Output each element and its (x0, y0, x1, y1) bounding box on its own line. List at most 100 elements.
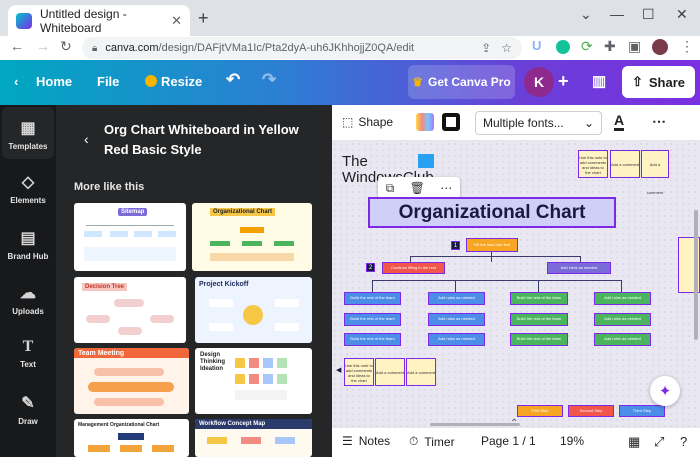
side-panel-icon[interactable]: ▣ (628, 38, 641, 55)
add-collaborator-icon[interactable]: + (558, 71, 569, 92)
file-menu-button[interactable]: File (97, 74, 119, 89)
shape-label: Shape (358, 115, 394, 129)
sticky-note[interactable]: Add a comment (610, 150, 640, 178)
fill-color-swatch[interactable] (416, 113, 434, 131)
text-color-icon[interactable]: A (614, 112, 625, 131)
border-style-icon[interactable] (442, 113, 460, 131)
maximize-icon[interactable]: ☐ (642, 6, 655, 23)
shape-button[interactable]: ⬚ Shape (342, 115, 393, 129)
grid-view-icon[interactable]: ▦ (628, 434, 640, 450)
share-page-icon[interactable]: ⇪ (481, 41, 491, 55)
fullscreen-icon[interactable]: ⤢ (654, 434, 664, 450)
profile-avatar[interactable] (652, 39, 668, 55)
chart-box[interactable]: Add roles as needed (594, 292, 651, 305)
thumb-label: Team Meeting (78, 350, 125, 357)
chevron-up-icon[interactable]: ⌃ (510, 418, 518, 429)
template-thumb-design-thinking[interactable]: Design Thinking Ideation (195, 348, 312, 414)
more-options-icon[interactable]: ⋯ (652, 113, 666, 130)
sticky-note[interactable]: Add a comment (406, 358, 436, 386)
sticky-note[interactable]: Use this note to add comments and ideas … (578, 150, 608, 178)
reload-icon[interactable]: ↻ (60, 38, 72, 55)
template-thumb-workflow-concept-map[interactable]: Workflow Concept Map (195, 419, 312, 457)
redo-icon[interactable]: ↷ (262, 70, 276, 90)
extension-g-icon[interactable]: ⟳ (581, 38, 593, 55)
canva-favicon-icon (16, 12, 32, 29)
rail-uploads[interactable]: ☁ Uploads (0, 283, 56, 316)
sticky-note[interactable]: Add a comment (375, 358, 405, 386)
duplicate-icon[interactable]: ⧉ (386, 181, 395, 196)
forward-icon[interactable]: → (36, 38, 50, 54)
template-thumb-project-kickoff[interactable]: Project Kickoff (195, 277, 312, 343)
rail-label: Elements (10, 196, 46, 205)
step-badge-2: 2 (366, 263, 375, 272)
delete-icon[interactable]: 🗑︎ (410, 181, 425, 195)
chart-box[interactable]: Build the rest of the team (510, 313, 568, 326)
chart-box[interactable]: Build the rest of the team (344, 313, 401, 326)
step-box[interactable]: Second Step (568, 405, 614, 417)
undo-icon[interactable]: ↶ (226, 70, 240, 90)
tab-close-icon[interactable]: ✕ (171, 13, 182, 29)
new-tab-icon[interactable]: + (198, 8, 209, 29)
chart-box[interactable]: Build the rest of the team (344, 333, 401, 346)
page-indicator[interactable]: Page 1 / 1 (481, 434, 536, 448)
user-avatar[interactable]: K (524, 67, 554, 97)
shape-icon: ⬚ (342, 115, 354, 129)
timer-button[interactable]: ⏱︎ Timer (409, 434, 455, 449)
back-icon[interactable]: ← (10, 38, 24, 54)
template-thumb-team-meeting[interactable]: Team Meeting (74, 348, 189, 414)
minimize-icon[interactable]: — (610, 6, 624, 22)
sticky-note[interactable]: Use this note to add comments and ideas … (344, 358, 374, 386)
vertical-scrollbar[interactable] (694, 210, 698, 340)
extensions-puzzle-icon[interactable]: ✚ (604, 38, 616, 55)
resize-button[interactable]: Resize (161, 74, 202, 89)
bookmark-star-icon[interactable]: ☆ (501, 41, 512, 55)
browser-tab[interactable]: Untitled design - Whiteboard ✕ (8, 5, 190, 36)
template-thumb-sitemap[interactable]: Sitemap (74, 203, 186, 271)
step-box[interactable]: Third Step (619, 405, 665, 417)
help-icon[interactable]: ? (680, 434, 687, 449)
chart-box-lead[interactable]: Fill the lead role first (466, 238, 518, 252)
chart-box[interactable]: Build the rest of the team (344, 292, 401, 305)
grammarly-extension-icon[interactable] (556, 40, 570, 54)
thumb-label: Workflow Concept Map (199, 421, 266, 427)
chart-box[interactable]: Build the rest of the team (510, 333, 568, 346)
step-box[interactable]: First Step (517, 405, 563, 417)
browser-menu-icon[interactable]: ⋮ (680, 38, 694, 55)
template-thumb-org-chart[interactable]: Organizational Chart (192, 203, 312, 271)
notes-button[interactable]: ☰ Notes (342, 434, 390, 448)
close-window-icon[interactable]: ✕ (676, 6, 688, 23)
rail-text[interactable]: T Text (0, 338, 56, 369)
chart-box[interactable]: Add roles as needed (594, 313, 651, 326)
chevron-down-icon[interactable]: ⌄ (580, 6, 592, 23)
font-family-select[interactable]: Multiple fonts... ⌄ (475, 111, 602, 135)
address-bar[interactable]: 🔒︎ canva.com/design/DAFjtVMa1Ic/Pta2dyA-… (82, 37, 522, 59)
extension-u-icon[interactable]: U (532, 38, 541, 53)
rail-templates[interactable]: ▦ Templates (0, 118, 56, 151)
chart-box-add-roles[interactable]: Add roles as needed (547, 262, 611, 274)
home-button[interactable]: Home (36, 74, 72, 89)
template-thumb-decision-tree[interactable]: Decision Tree (74, 277, 186, 343)
share-button[interactable]: ⇧ Share (622, 66, 695, 98)
chart-box[interactable]: Build the rest of the team (510, 292, 568, 305)
chart-heading[interactable]: Organizational Chart (368, 197, 616, 228)
more-like-this-heading: More like this (74, 181, 145, 193)
horizontal-scrollbar[interactable] (430, 423, 520, 426)
rail-brand-hub[interactable]: ▤ Brand Hub (0, 228, 56, 261)
sticky-note[interactable]: Add a comment (641, 150, 669, 195)
chart-box[interactable]: Add roles as needed (428, 313, 485, 326)
more-options-icon[interactable]: ⋯ (440, 181, 452, 195)
get-canva-pro-button[interactable]: ♛ Get Canva Pro (408, 65, 515, 99)
chart-box[interactable]: Add roles as needed (428, 292, 485, 305)
chart-box-continue[interactable]: Continue filling in the rest (382, 262, 445, 274)
rail-elements[interactable]: ◇ Elements (0, 172, 56, 205)
chart-box[interactable]: Add roles as needed (594, 333, 651, 346)
template-thumb-management-org-chart[interactable]: Management Organizational Chart (74, 419, 189, 457)
rail-draw[interactable]: ✎ Draw (0, 393, 56, 426)
panel-back-icon[interactable]: ‹ (84, 131, 89, 147)
chart-box[interactable]: Add roles as needed (428, 333, 485, 346)
magic-sparkle-icon[interactable]: ✦ (650, 376, 680, 406)
panel-title: Org Chart Whiteboard in Yellow Red Basic… (104, 122, 299, 157)
zoom-level[interactable]: 19% (560, 434, 584, 448)
home-chevron-icon[interactable]: ‹ (14, 74, 18, 89)
insights-chart-icon[interactable]: ▥ (592, 72, 606, 90)
